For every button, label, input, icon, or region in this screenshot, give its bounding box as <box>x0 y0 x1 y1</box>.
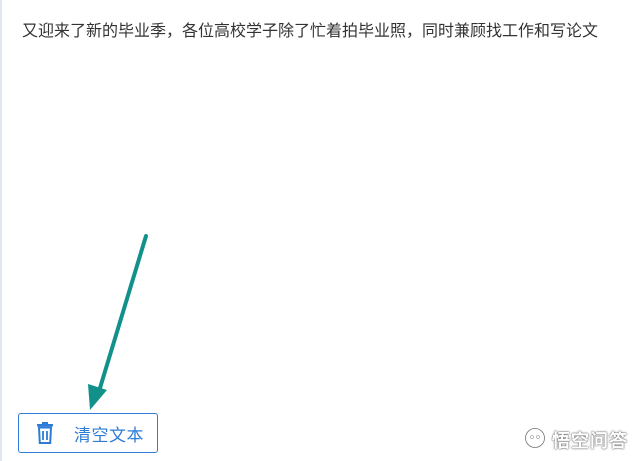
watermark: 悟空问答 <box>524 427 628 453</box>
editor-left-border <box>0 0 2 461</box>
clear-text-label: 清空文本 <box>74 425 144 446</box>
page: 又迎来了新的毕业季，各位高校学子除了忙着拍毕业照，同时兼顾找工作和写论文 清空文… <box>0 0 640 461</box>
clear-text-button[interactable]: 清空文本 <box>18 413 158 453</box>
editor-text-area[interactable]: 又迎来了新的毕业季，各位高校学子除了忙着拍毕业照，同时兼顾找工作和写论文 <box>22 18 640 44</box>
annotation-arrow <box>88 234 148 410</box>
trash-icon <box>36 422 54 444</box>
wukong-logo-icon <box>524 427 546 453</box>
watermark-text: 悟空问答 <box>552 431 628 452</box>
